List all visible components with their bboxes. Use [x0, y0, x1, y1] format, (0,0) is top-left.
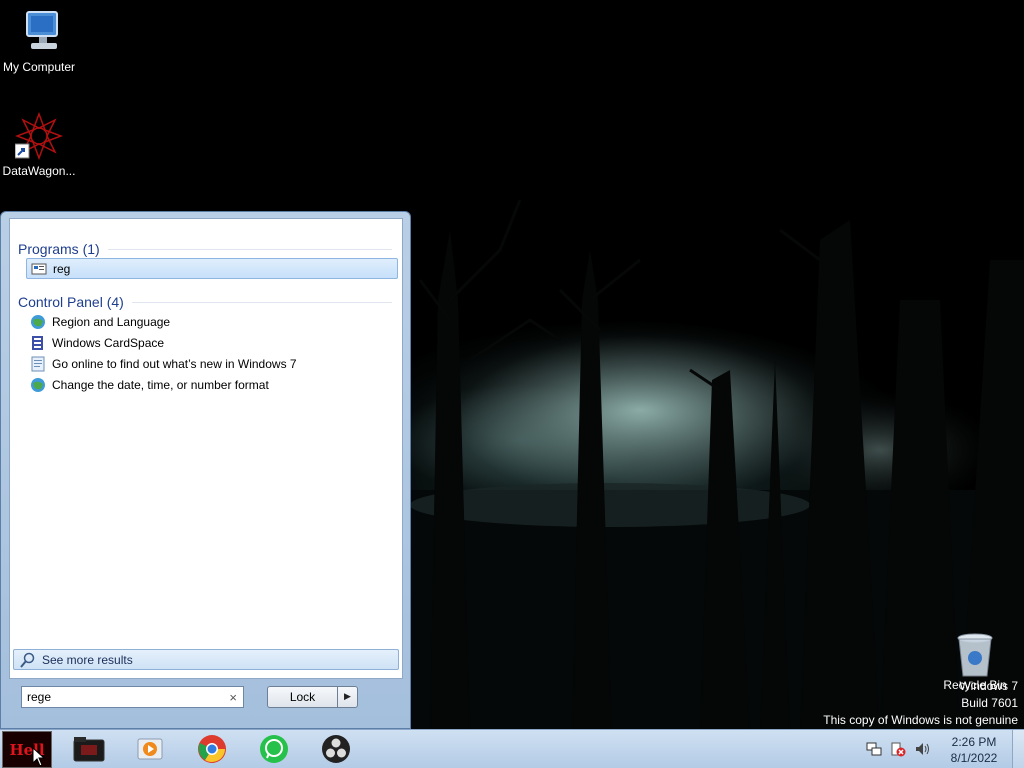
- group-header-control-panel[interactable]: Control Panel (4): [18, 294, 392, 310]
- result-label: reg: [53, 261, 71, 276]
- result-label: Windows CardSpace: [52, 335, 165, 350]
- recycle-bin-icon: [955, 632, 995, 678]
- whatsapp-icon[interactable]: [257, 733, 291, 765]
- globe-icon: [30, 314, 46, 330]
- document-icon: [30, 356, 46, 372]
- result-item-region-and-language[interactable]: Region and Language: [26, 311, 398, 332]
- obs-icon[interactable]: [319, 733, 353, 765]
- search-input[interactable]: [27, 690, 217, 704]
- taskbar: Hell 2:26 PM 8/1/2022: [0, 729, 1024, 768]
- taskbar-clock[interactable]: 2:26 PM 8/1/2022: [940, 734, 1008, 766]
- globe-icon: [30, 377, 46, 393]
- desktop-icon-label: DataWagon...: [2, 164, 76, 178]
- divider: [131, 301, 392, 303]
- volume-icon[interactable]: [914, 741, 930, 760]
- search-results-pane: Programs (1) reg Control Panel (4) Regio…: [9, 218, 403, 679]
- cardspace-icon: [30, 335, 46, 351]
- desktop-icon-my-computer[interactable]: My Computer: [0, 8, 78, 74]
- desktop-icon-datawagon[interactable]: DataWagon...: [0, 111, 78, 178]
- group-header-label: Control Panel (4): [18, 294, 124, 310]
- divider: [107, 248, 392, 250]
- clock-date: 8/1/2022: [950, 751, 998, 765]
- result-label: Change the date, time, or number format: [52, 377, 269, 392]
- watermark-line: This copy of Windows is not genuine: [823, 713, 1018, 727]
- genuine-watermark: Windows 7 Build 7601 This copy of Window…: [823, 678, 1018, 729]
- result-label: Region and Language: [52, 314, 171, 329]
- desktop-icon-label: My Computer: [2, 60, 76, 74]
- clear-search-icon[interactable]: ×: [229, 690, 237, 705]
- watermark-line: Windows 7: [959, 679, 1018, 693]
- search-icon: [20, 652, 36, 668]
- see-more-label: See more results: [42, 652, 133, 667]
- regedit-icon: [31, 261, 47, 277]
- result-item-reg[interactable]: reg: [26, 258, 398, 279]
- network-icon[interactable]: [866, 741, 882, 760]
- computer-icon: [15, 8, 63, 56]
- see-more-results-button[interactable]: See more results: [13, 649, 399, 670]
- show-desktop-button[interactable]: [1012, 730, 1024, 768]
- start-menu: Programs (1) reg Control Panel (4) Regio…: [0, 211, 411, 729]
- clock-time: 2:26 PM: [951, 735, 997, 749]
- group-header-programs[interactable]: Programs (1): [18, 241, 392, 257]
- action-center-icon[interactable]: [890, 741, 906, 760]
- result-item-change-date-time-format[interactable]: Change the date, time, or number format: [26, 374, 398, 395]
- media-player-icon[interactable]: [133, 733, 167, 765]
- start-search-box[interactable]: ×: [21, 686, 244, 708]
- result-label: Go online to find out what’s new in Wind…: [52, 356, 297, 371]
- group-header-label: Programs (1): [18, 241, 100, 257]
- lock-button[interactable]: Lock: [267, 686, 337, 708]
- result-item-windows-cardspace[interactable]: Windows CardSpace: [26, 332, 398, 353]
- watermark-line: Build 7601: [961, 696, 1018, 710]
- shutdown-options-arrow-icon[interactable]: ▶: [337, 686, 358, 708]
- mouse-cursor-icon: [32, 747, 46, 767]
- result-item-whats-new-windows-7[interactable]: Go online to find out what’s new in Wind…: [26, 353, 398, 374]
- datawagon-shortcut-icon: [14, 111, 64, 161]
- media-folder-icon[interactable]: [72, 733, 106, 765]
- chrome-icon[interactable]: [195, 733, 229, 765]
